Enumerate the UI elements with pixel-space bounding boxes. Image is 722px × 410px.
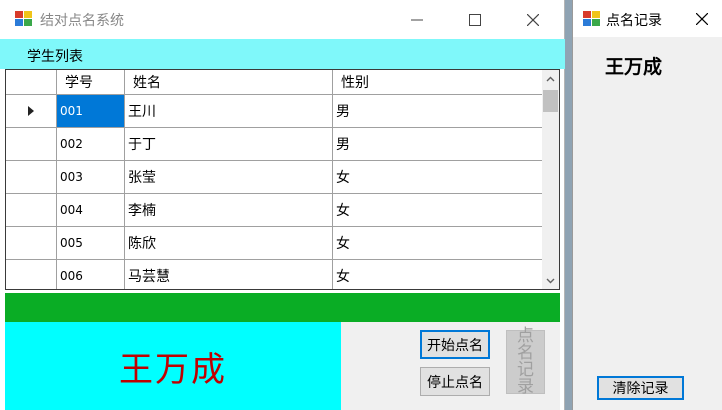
cell-id[interactable]: 005 [57,227,125,260]
main-window: 结对点名系统 学生列表 学号 姓名 性别 001 王川 男 002 于丁 男 0… [0,0,565,410]
row-header[interactable] [6,128,57,161]
start-rollcall-button[interactable]: 开始点名 [420,330,490,359]
desktop-background [565,0,572,410]
cell-name[interactable]: 马芸慧 [125,260,333,289]
column-header-sex[interactable]: 性别 [333,70,543,95]
scroll-down-button[interactable] [542,272,559,289]
cell-sex[interactable]: 女 [333,194,543,227]
close-icon [527,13,539,26]
scroll-down-icon [546,278,555,283]
table-row[interactable]: 001 王川 男 [6,95,543,128]
control-area: 开始点名 停止点名 点名记录 [341,322,560,410]
app-icon [583,11,600,27]
record-window: 点名记录 王万成 清除记录 [572,0,722,410]
row-header[interactable] [6,260,57,289]
student-grid[interactable]: 学号 姓名 性别 001 王川 男 002 于丁 男 003 张莹 女 004 … [5,69,560,290]
table-row[interactable]: 002 于丁 男 [6,128,543,161]
row-header[interactable] [6,95,57,128]
called-name-panel: 王万成 [5,322,341,410]
cell-sex[interactable]: 男 [333,128,543,161]
cell-id[interactable]: 001 [57,95,125,128]
menu-student-list[interactable]: 学生列表 [27,46,83,66]
app-icon [15,11,32,27]
cell-name[interactable]: 于丁 [125,128,333,161]
window-title: 结对点名系统 [40,13,124,29]
table-row[interactable]: 003 张莹 女 [6,161,543,194]
close-icon [696,12,708,25]
table-row[interactable]: 005 陈欣 女 [6,227,543,260]
cell-name[interactable]: 陈欣 [125,227,333,260]
menubar: 学生列表 [0,39,565,69]
close-button[interactable] [510,0,556,39]
record-close-button[interactable] [682,0,722,37]
cell-name[interactable]: 张莹 [125,161,333,194]
rollcall-record-button[interactable]: 点名记录 [506,328,545,396]
record-window-title: 点名记录 [606,13,662,29]
scroll-thumb[interactable] [543,90,558,112]
called-name: 王万成 [119,349,227,390]
progress-strip [5,293,560,322]
cell-sex[interactable]: 女 [333,260,543,289]
maximize-button[interactable] [452,0,498,39]
row-header-corner [6,70,57,95]
vertical-scrollbar[interactable] [542,70,559,289]
cell-id[interactable]: 004 [57,194,125,227]
row-pointer-icon [28,106,34,116]
cell-sex[interactable]: 女 [333,227,543,260]
cell-name[interactable]: 李楠 [125,194,333,227]
column-header-id[interactable]: 学号 [57,70,125,95]
maximize-icon [469,13,481,26]
row-header[interactable] [6,227,57,260]
cell-id[interactable]: 006 [57,260,125,289]
minimize-icon [411,19,423,20]
table-row[interactable]: 004 李楠 女 [6,194,543,227]
column-header-name[interactable]: 姓名 [125,70,333,95]
scroll-up-button[interactable] [542,70,559,87]
stop-rollcall-button[interactable]: 停止点名 [420,367,490,396]
cell-id[interactable]: 003 [57,161,125,194]
record-titlebar[interactable]: 点名记录 [573,0,722,37]
grid-header-row: 学号 姓名 性别 [6,70,543,95]
row-header[interactable] [6,161,57,194]
table-row[interactable]: 006 马芸慧 女 [6,260,543,289]
minimize-button[interactable] [394,0,440,39]
grid-body: 学号 姓名 性别 001 王川 男 002 于丁 男 003 张莹 女 004 … [6,70,543,289]
cell-sex[interactable]: 男 [333,95,543,128]
record-entry: 王万成 [605,56,663,78]
cell-sex[interactable]: 女 [333,161,543,194]
row-header[interactable] [6,194,57,227]
clear-records-button[interactable]: 清除记录 [597,376,684,400]
cell-name[interactable]: 王川 [125,95,333,128]
cell-id[interactable]: 002 [57,128,125,161]
main-titlebar[interactable]: 结对点名系统 [0,0,564,39]
scroll-up-icon [546,76,555,81]
